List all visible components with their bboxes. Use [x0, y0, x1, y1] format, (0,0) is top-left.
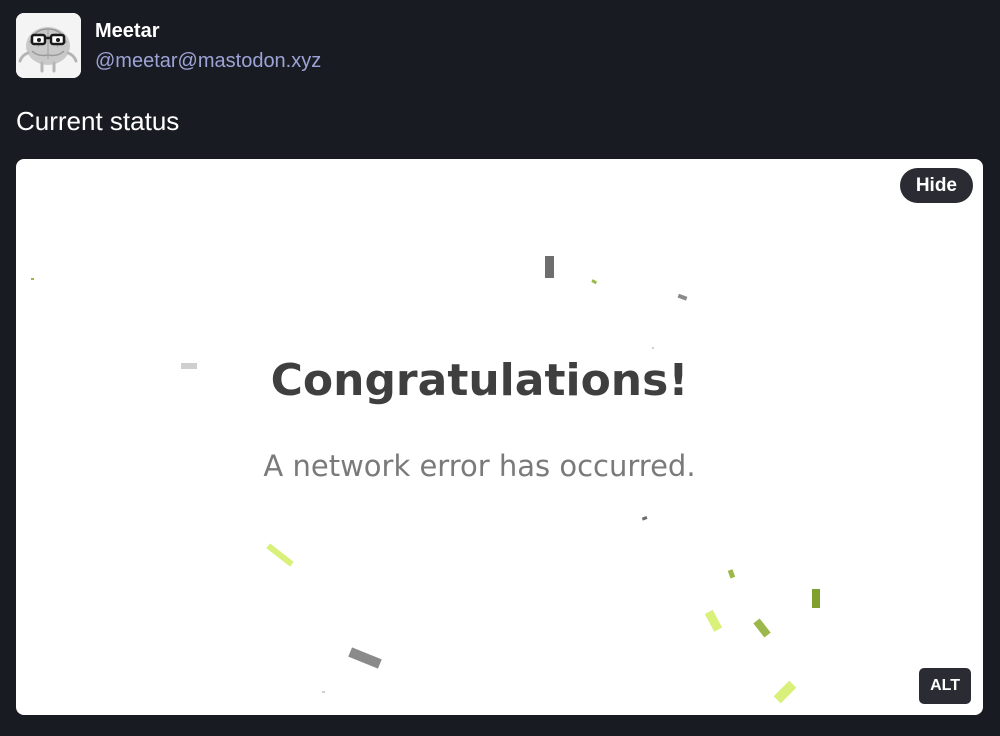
confetti-piece [773, 680, 797, 704]
confetti-piece [652, 347, 654, 349]
author-display-name[interactable]: Meetar [95, 19, 159, 43]
status-text: Current status [16, 106, 180, 136]
alt-text-button[interactable]: ALT [919, 668, 971, 704]
confetti-piece [322, 691, 325, 693]
confetti-piece [753, 618, 771, 638]
media-attachment[interactable]: Congratulations! A network error has occ… [16, 159, 983, 715]
confetti-piece [591, 279, 598, 285]
confetti-piece [812, 589, 820, 608]
confetti-piece [545, 256, 554, 278]
confetti-piece [677, 293, 688, 301]
confetti-piece [266, 543, 294, 567]
status-post: Meetar @meetar@mastodon.xyz Current stat… [0, 0, 1000, 736]
brain-with-glasses-icon [16, 13, 81, 78]
confetti-piece [641, 516, 648, 521]
confetti-piece [727, 569, 736, 579]
hide-media-button[interactable]: Hide [899, 168, 973, 203]
avatar[interactable] [16, 13, 81, 78]
network-error-message: A network error has occurred. [263, 449, 696, 483]
confetti-piece [704, 609, 723, 632]
confetti-decoration [31, 256, 820, 704]
congratulations-heading: Congratulations! [270, 355, 689, 406]
author-handle[interactable]: @meetar@mastodon.xyz [95, 49, 321, 73]
confetti-piece [31, 278, 34, 280]
confetti-piece [348, 647, 382, 669]
